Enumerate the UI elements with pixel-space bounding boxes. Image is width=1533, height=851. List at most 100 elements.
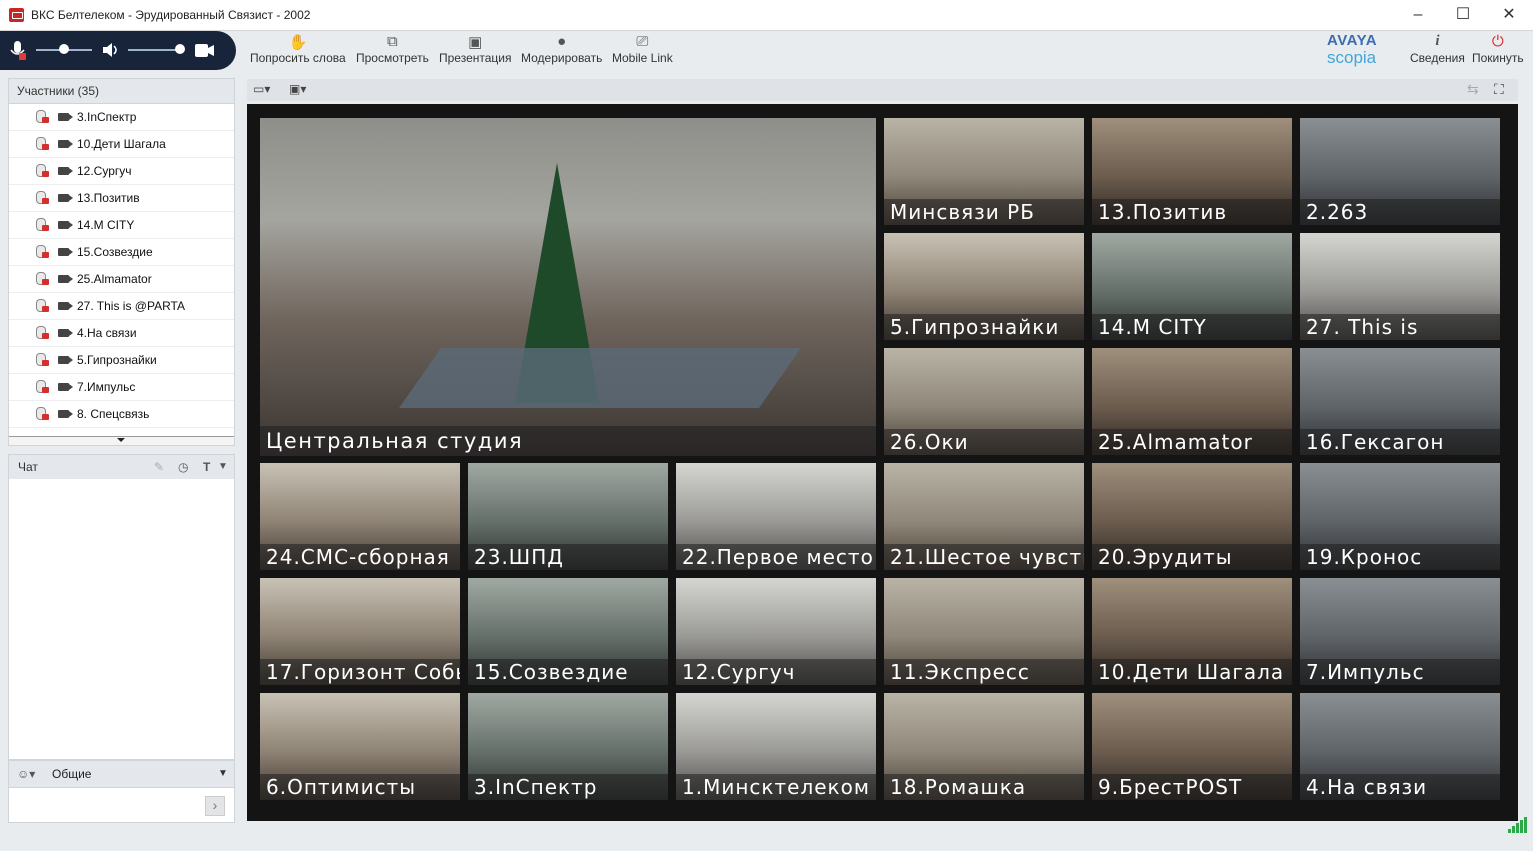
app-logo-icon xyxy=(9,8,24,22)
layout-select-icon[interactable]: ▭▾ xyxy=(253,82,270,96)
video-tile[interactable]: 13.Позитив xyxy=(1092,118,1292,225)
tile-label: 27. This is xyxy=(1300,314,1500,340)
video-tile[interactable]: 15.Созвездие xyxy=(468,578,668,685)
video-tile[interactable]: 23.ШПД xyxy=(468,463,668,570)
participant-name: 5.Гипрознайки xyxy=(77,353,157,367)
mic-volume-knob[interactable] xyxy=(59,44,69,54)
video-tile[interactable]: 27. This is xyxy=(1300,233,1500,340)
video-tile[interactable]: 10.Дети Шагала xyxy=(1092,578,1292,685)
moderate-button[interactable]: ● Модерировать xyxy=(521,33,602,65)
video-tile[interactable]: 16.Гексагон xyxy=(1300,348,1500,455)
participant-row[interactable]: 3.InСпектр xyxy=(9,104,234,131)
video-tile[interactable]: 25.Almamator xyxy=(1092,348,1292,455)
fullscreen-icon[interactable]: ⛶ xyxy=(1494,81,1504,98)
camera-icon[interactable] xyxy=(195,44,215,57)
video-tile[interactable]: 2.263 xyxy=(1300,118,1500,225)
pencil-icon[interactable]: ✎ xyxy=(154,455,164,479)
muted-lock-icon xyxy=(42,144,49,150)
video-tile[interactable]: 21.Шестое чувство xyxy=(884,463,1084,570)
tile-label: Центральная студия xyxy=(260,426,876,456)
clock-icon[interactable]: ◷ xyxy=(178,455,188,479)
send-button[interactable]: › xyxy=(205,796,225,816)
maximize-button[interactable]: ☐ xyxy=(1440,0,1486,30)
raise-hand-button[interactable]: ✋ Попросить слова xyxy=(250,33,346,65)
participant-row[interactable]: 27. This is @PARTA xyxy=(9,293,234,320)
video-tile[interactable]: 12.Сургуч xyxy=(676,578,876,685)
tile-label: 15.Созвездие xyxy=(468,659,668,685)
text-format-icon[interactable]: T xyxy=(203,455,210,479)
main-video-tile[interactable]: Центральная студия xyxy=(260,118,876,456)
muted-lock-icon xyxy=(42,117,49,123)
tile-label: 17.Горизонт Событий xyxy=(260,659,460,685)
participants-list[interactable]: 3.InСпектр 10.Дети Шагала 12.Сургуч 13.Пози… xyxy=(9,104,234,428)
chevron-down-icon[interactable]: ▼ xyxy=(218,761,228,787)
mobile-link-button[interactable]: ⎚ Mobile Link xyxy=(612,33,673,65)
participant-row[interactable]: 12.Сургуч xyxy=(9,158,234,185)
participant-row[interactable]: 10.Дети Шагала xyxy=(9,131,234,158)
self-view-icon[interactable]: ▣▾ xyxy=(289,82,306,96)
video-tile[interactable]: 4.На связи xyxy=(1300,693,1500,800)
tile-label: 24.СМС-сборная xyxy=(260,544,460,570)
presentation-icon: ▣ xyxy=(468,34,483,51)
video-grid: Центральная студия Минсвязи РБ 13.Позитив… xyxy=(247,104,1518,821)
info-button[interactable]: i Сведения xyxy=(1410,33,1465,65)
participants-panel: Участники (35) 3.InСпектр 10.Дети Шагала 1… xyxy=(8,78,235,446)
window-title: ВКС Белтелеком - Эрудированный Связист -… xyxy=(31,8,311,22)
video-tile[interactable]: 14.M CITY xyxy=(1092,233,1292,340)
participant-row[interactable]: 15.Созвездие xyxy=(9,239,234,266)
chat-scope-selector[interactable]: ☺▾ Общие ▼ xyxy=(8,760,235,788)
power-icon: ⏻ xyxy=(1491,33,1504,50)
participant-name: 15.Созвездие xyxy=(77,245,153,259)
participant-row[interactable]: 25.Almamator xyxy=(9,266,234,293)
speaker-volume-knob[interactable] xyxy=(175,44,185,54)
conference-table xyxy=(398,348,802,408)
view-button[interactable]: ⧉ Просмотреть xyxy=(356,33,429,65)
participant-row[interactable]: 7.Импульс xyxy=(9,374,234,401)
tile-label: 16.Гексагон xyxy=(1300,429,1500,455)
leave-button[interactable]: ⏻ Покинуть xyxy=(1472,33,1524,65)
video-tile[interactable]: 9.БрестPOST xyxy=(1092,693,1292,800)
moderator-icon: ● xyxy=(557,33,567,50)
speaker-icon[interactable] xyxy=(102,42,120,58)
chat-header: Чат ✎ ◷ T ▼ xyxy=(8,454,235,480)
presentation-button[interactable]: ▣ Презентация xyxy=(439,33,512,65)
chat-messages[interactable] xyxy=(8,479,235,760)
tile-label: 3.InСпектр xyxy=(468,774,668,800)
video-tile[interactable]: 6.Оптимисты xyxy=(260,693,460,800)
participant-row[interactable]: 8. Спецсвязь xyxy=(9,401,234,428)
video-tile[interactable]: 5.Гипрознайки xyxy=(884,233,1084,340)
participant-row[interactable]: 14.M CITY xyxy=(9,212,234,239)
muted-lock-icon xyxy=(42,252,49,258)
close-button[interactable]: ✕ xyxy=(1486,0,1532,30)
chevron-down-icon xyxy=(117,438,125,442)
video-tile[interactable]: 3.InСпектр xyxy=(468,693,668,800)
chat-input[interactable]: › xyxy=(8,787,235,823)
participant-row[interactable]: 4.На связи xyxy=(9,320,234,347)
muted-lock-icon xyxy=(42,414,49,420)
participant-row[interactable]: 5.Гипрознайки xyxy=(9,347,234,374)
video-tile[interactable]: 22.Первое место xyxy=(676,463,876,570)
video-tile[interactable]: 7.Импульс xyxy=(1300,578,1500,685)
swap-icon[interactable]: ⇆ xyxy=(1467,81,1479,98)
chat-scope-label: Общие xyxy=(52,767,92,781)
video-tile[interactable]: 24.СМС-сборная xyxy=(260,463,460,570)
video-tile[interactable]: 19.Кронос xyxy=(1300,463,1500,570)
tile-label: 7.Импульс xyxy=(1300,659,1500,685)
tile-label: Минсвязи РБ xyxy=(884,199,1084,225)
video-tile[interactable]: Минсвязи РБ xyxy=(884,118,1084,225)
mic-muted-icon[interactable] xyxy=(10,41,26,61)
video-tile[interactable]: 17.Горизонт Событий xyxy=(260,578,460,685)
video-tile[interactable]: 20.Эрудиты xyxy=(1092,463,1292,570)
video-tile[interactable]: 1.Минсктелеком xyxy=(676,693,876,800)
participant-name: 25.Almamator xyxy=(77,272,152,286)
camera-icon xyxy=(58,275,73,283)
tile-label: 6.Оптимисты xyxy=(260,774,460,800)
smiley-icon[interactable]: ☺▾ xyxy=(17,761,35,787)
minimize-button[interactable]: – xyxy=(1395,0,1441,30)
video-tile[interactable]: 26.Оки xyxy=(884,348,1084,455)
chevron-down-icon[interactable]: ▼ xyxy=(218,455,228,479)
list-scroll-handle[interactable] xyxy=(9,436,234,445)
video-tile[interactable]: 18.Ромашка xyxy=(884,693,1084,800)
video-tile[interactable]: 11.Экспресс xyxy=(884,578,1084,685)
participant-row[interactable]: 13.Позитив xyxy=(9,185,234,212)
